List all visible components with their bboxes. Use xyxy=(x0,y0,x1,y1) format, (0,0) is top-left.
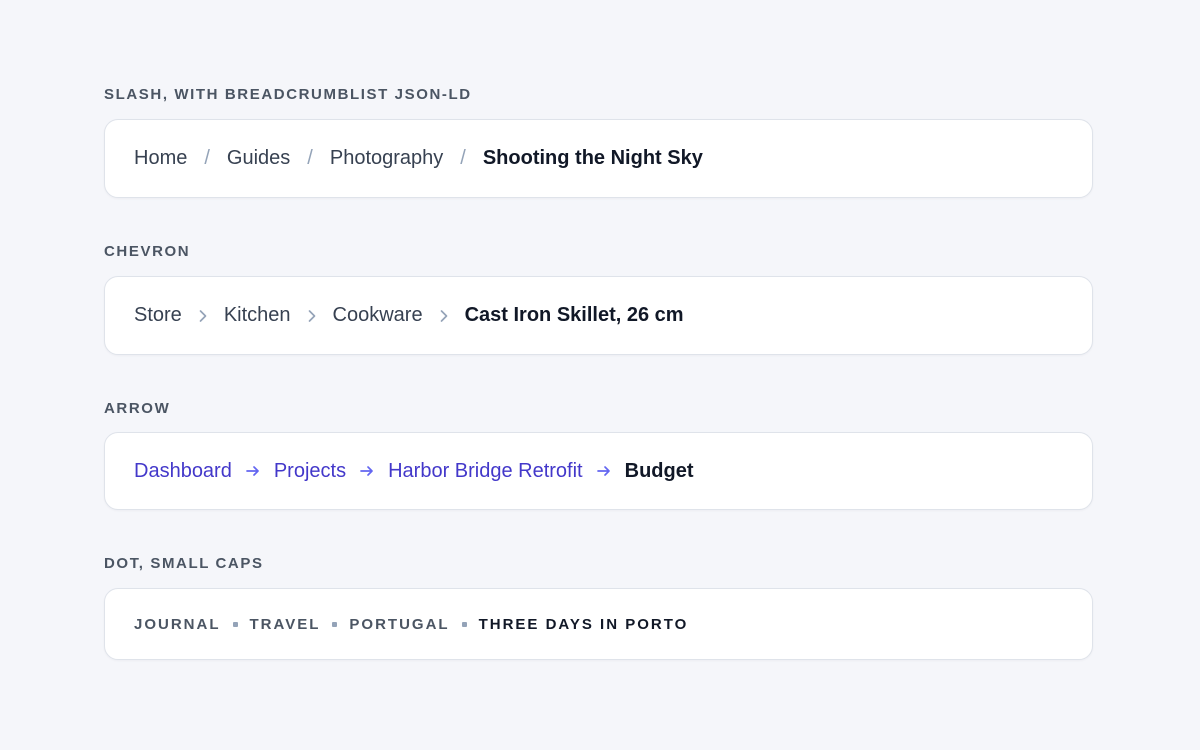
section-slash: SLASH, WITH BREADCRUMBLIST JSON-LD xyxy=(104,86,1095,104)
breadcrumb-item-kitchen[interactable]: Kitchen xyxy=(224,304,291,327)
breadcrumb-current: Three Days in Porto xyxy=(478,615,689,633)
breadcrumb-item-projects[interactable]: Projects xyxy=(274,460,346,483)
section-title: ARROW xyxy=(104,400,171,417)
breadcrumb-slash: Home / Guides / Photography / Shooting t… xyxy=(104,119,1093,198)
breadcrumb-chevron: Store Kitchen Cookware Cast Iron Skillet… xyxy=(104,276,1093,355)
section-arrow: ARROW xyxy=(104,400,1095,418)
slash-separator: / xyxy=(204,147,210,169)
breadcrumb-item-guides[interactable]: Guides xyxy=(227,147,290,170)
breadcrumb-arrow: Dashboard Projects Harbor Bridge Retrofi… xyxy=(104,432,1093,510)
breadcrumb-current: Cast Iron Skillet, 26 cm xyxy=(464,304,684,326)
breadcrumb-current: Budget xyxy=(624,459,694,482)
chevron-right-icon xyxy=(306,308,318,324)
breadcrumb-item-harbor-bridge-retrofit[interactable]: Harbor Bridge Retrofit xyxy=(388,460,583,483)
breadcrumb-item-journal[interactable]: Journal xyxy=(134,616,221,633)
breadcrumb-item-store[interactable]: Store xyxy=(134,304,182,327)
breadcrumb-dot: Journal Travel Portugal Three Days in Po… xyxy=(104,588,1093,660)
breadcrumb-item-portugal[interactable]: Portugal xyxy=(349,616,449,633)
section-chevron: CHEVRON xyxy=(104,243,1095,261)
section-title: DOT, SMALL CAPS xyxy=(104,555,264,572)
chevron-right-icon xyxy=(438,308,450,324)
slash-separator: / xyxy=(460,147,466,169)
breadcrumb-item-photography[interactable]: Photography xyxy=(330,147,443,170)
dot-icon xyxy=(461,621,467,627)
dot-icon xyxy=(332,621,338,627)
arrow-right-icon xyxy=(596,463,612,479)
breadcrumb-current: Shooting the Night Sky xyxy=(482,147,703,169)
section-title: SLASH, WITH BREADCRUMBLIST JSON-LD xyxy=(104,86,472,103)
breadcrumb-item-dashboard[interactable]: Dashboard xyxy=(134,460,232,483)
breadcrumb-item-home[interactable]: Home xyxy=(134,147,187,170)
slash-separator: / xyxy=(307,147,313,169)
arrow-right-icon xyxy=(359,463,375,479)
breadcrumb-item-travel[interactable]: Travel xyxy=(250,616,321,633)
dot-icon xyxy=(232,621,238,627)
arrow-right-icon xyxy=(245,463,261,479)
breadcrumb-item-cookware[interactable]: Cookware xyxy=(333,304,423,327)
chevron-right-icon xyxy=(197,308,209,324)
section-title: CHEVRON xyxy=(104,243,191,260)
section-dot: DOT, SMALL CAPS xyxy=(104,555,1095,573)
